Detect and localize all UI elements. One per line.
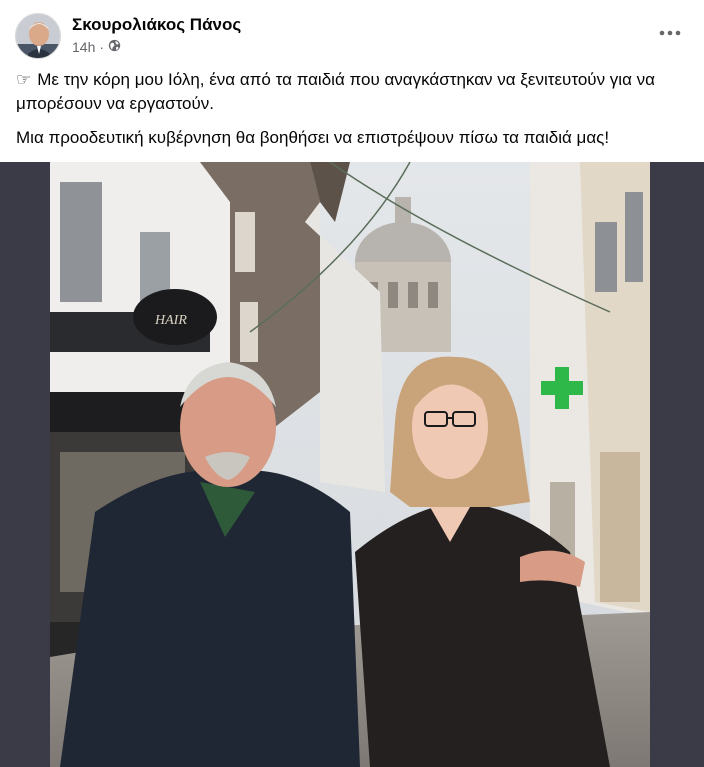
post-paragraph-1-text: Με την κόρη μου Ιόλη, ένα από τα παιδιά … (16, 70, 655, 113)
more-options-button[interactable] (656, 20, 684, 46)
pointing-hand-icon: ☞ (16, 70, 32, 89)
post-meta: 14h · (72, 39, 121, 55)
post-paragraph-1: ☞ Με την κόρη μου Ιόλη, ένα από τα παιδιά… (16, 68, 696, 116)
post-paragraph-2: Μια προοδευτική κυβέρνηση θα βοηθήσει να… (16, 128, 610, 147)
post-time[interactable]: 14h (72, 39, 95, 55)
more-options-icon (659, 30, 681, 36)
globe-icon[interactable] (108, 39, 121, 55)
post-text: ☞ Με την κόρη μου Ιόλη, ένα από τα παιδιά… (16, 68, 696, 160)
meta-separator: · (99, 39, 105, 55)
profile-avatar[interactable] (15, 13, 61, 59)
post-media: HAIR (0, 162, 704, 767)
shop-sign-text: HAIR (154, 313, 187, 328)
author-name[interactable]: Σκουρολιάκος Πάνος (72, 15, 241, 35)
post-header: Σκουρολιάκος Πάνος 14h · (0, 0, 704, 62)
post-photo[interactable]: HAIR (50, 162, 650, 767)
